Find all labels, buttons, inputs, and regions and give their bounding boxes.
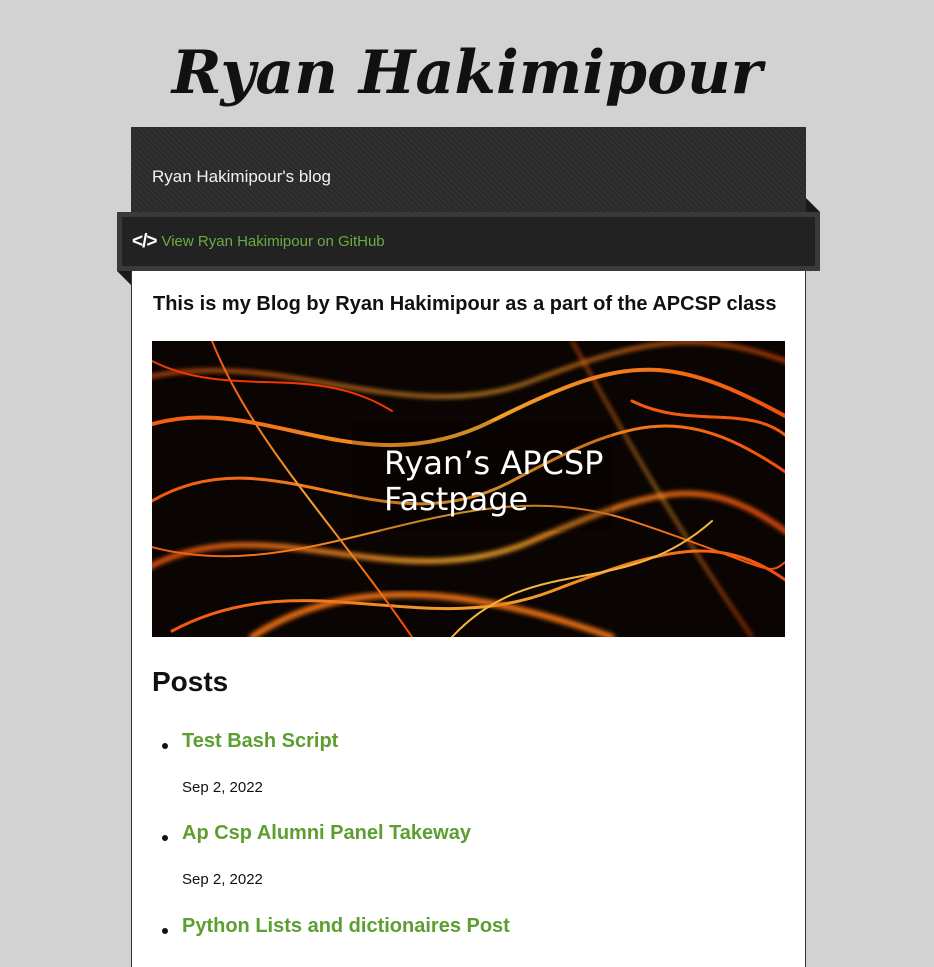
ribbon-fold-left [117, 271, 131, 285]
bullet-icon [162, 835, 168, 841]
post-date: Sep 2, 2022 [182, 871, 263, 888]
bullet-icon [162, 928, 168, 934]
posts-heading: Posts [152, 666, 229, 697]
header-bar: Ryan Hakimipour's blog [131, 127, 806, 212]
banner-image: Ryan’s APCSP Fastpage [152, 341, 785, 637]
post-link[interactable]: Test Bash Script [182, 730, 338, 753]
code-icon: </> [132, 230, 158, 252]
bullet-icon [162, 743, 168, 749]
ribbon-fold-right [806, 198, 820, 212]
banner-caption-line2: Fastpage [384, 480, 529, 518]
github-link[interactable]: View Ryan Hakimipour on GitHub [161, 233, 384, 250]
banner-caption: Ryan’s APCSP Fastpage [384, 445, 603, 517]
header-tagline[interactable]: Ryan Hakimipour's blog [152, 167, 331, 187]
intro-text: This is my Blog by Ryan Hakimipour as a … [153, 293, 777, 315]
github-ribbon: </> View Ryan Hakimipour on GitHub [117, 212, 820, 271]
banner-caption-line1: Ryan’s APCSP [384, 444, 604, 482]
post-link[interactable]: Ap Csp Alumni Panel Takeway [182, 822, 471, 845]
site-title[interactable]: Ryan Hakimipour [0, 30, 934, 116]
post-date: Sep 2, 2022 [182, 779, 263, 796]
post-link[interactable]: Python Lists and dictionaires Post [182, 915, 510, 938]
